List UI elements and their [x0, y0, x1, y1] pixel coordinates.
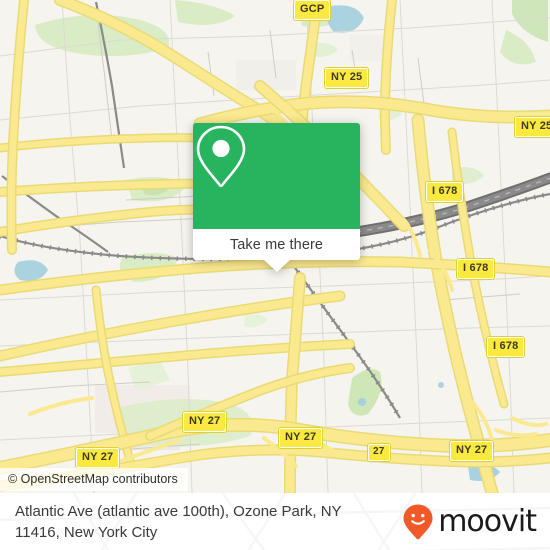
callout-action[interactable]: Take me there [193, 229, 360, 272]
road-shield: I 678 [487, 337, 525, 357]
callout-pin-panel [193, 123, 360, 229]
moovit-logo[interactable]: moovit [402, 503, 537, 541]
callout-action-label: Take me there [229, 236, 324, 253]
moovit-smiley-pin-icon [403, 504, 433, 539]
road-shield: I 678 [457, 259, 495, 279]
location-callout[interactable]: Take me there [193, 123, 360, 272]
road-shield: NY 27 [183, 412, 227, 432]
road-shield: 27 [368, 444, 390, 461]
road-shield: I 678 [426, 182, 464, 202]
moovit-wordmark: moovit [438, 503, 537, 539]
road-shield: GCP [294, 0, 331, 20]
map-pin-icon [196, 125, 246, 188]
road-shield: NY 27 [279, 428, 323, 448]
location-address: Atlantic Ave (atlantic ave 100th), Ozone… [15, 501, 342, 543]
road-shield: NY 25 [515, 117, 550, 137]
road-shield: NY 27 [450, 441, 494, 461]
address-line-1: Atlantic Ave (atlantic ave 100th), Ozone… [15, 502, 342, 520]
road-shield: NY 25 [325, 68, 369, 88]
callout-tail [263, 260, 290, 272]
footer-bar: Atlantic Ave (atlantic ave 100th), Ozone… [0, 493, 550, 550]
road-shield: NY 27 [76, 448, 120, 468]
map-screenshot: .rd { stroke:#fbe98f; fill:none; stroke-… [0, 0, 550, 550]
map-attribution[interactable]: © OpenStreetMap contributors [0, 468, 188, 491]
address-line-2: 11416, New York City [15, 523, 158, 541]
map-canvas[interactable]: .rd { stroke:#fbe98f; fill:none; stroke-… [0, 0, 550, 493]
